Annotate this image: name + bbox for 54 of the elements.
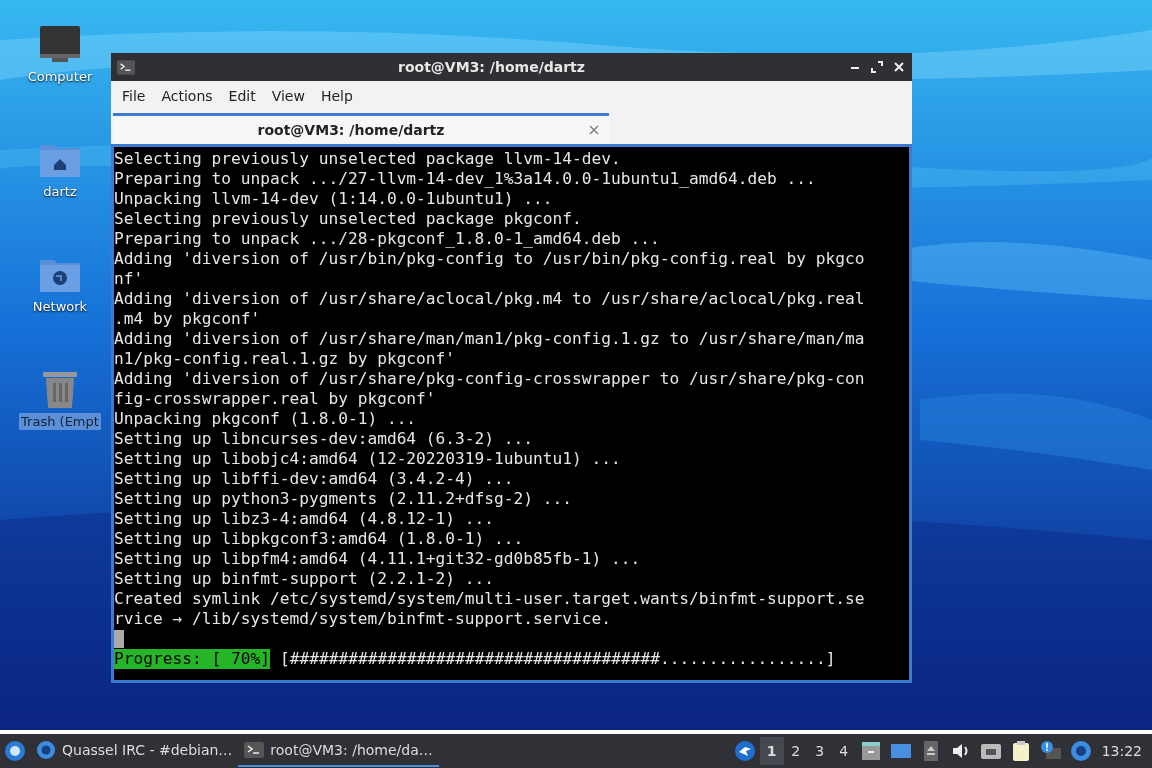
- terminal-line: rvice → /lib/systemd/system/binfmt-support.service.: [114, 609, 613, 629]
- menu-item[interactable]: Edit: [221, 84, 263, 108]
- app-menu-icon[interactable]: [4, 740, 26, 762]
- terminal-line: n1/pkg-config.real.1.gz by pkgconf': [114, 349, 457, 369]
- terminal-line: Adding 'diversion of /usr/bin/pkg-config to /usr/bin/pkg-config.real by pkgco: [114, 249, 866, 269]
- terminal-line: Selecting previously unselected package llvm-14-dev.: [114, 149, 622, 169]
- terminal-line: fig-crosswrapper.real by pkgconf': [114, 389, 437, 409]
- close-icon[interactable]: [892, 60, 906, 74]
- terminal-line: Setting up libpkgconf3:amd64 (1.8.0-1) ...: [114, 529, 525, 549]
- terminal-line: Setting up python3-pygments (2.11.2+dfsg-2) ...: [114, 489, 574, 509]
- desktop-icon-label[interactable]: Trash (Empt: [19, 413, 101, 430]
- terminal-line: Setting up libffi-dev:amd64 (3.4.2-4) ...: [114, 469, 515, 489]
- terminal-line: Preparing to unpack .../28-pkgconf_1.8.0-1_amd64.deb ...: [114, 229, 661, 249]
- terminal-line: .m4 by pkgconf': [114, 309, 262, 329]
- terminal-icon: [117, 59, 135, 75]
- menu-item[interactable]: Actions: [154, 84, 220, 108]
- terminal-line: Adding 'diversion of /usr/share/pkg-config-crosswrapper to /usr/share/pkg-con: [114, 369, 866, 389]
- clock[interactable]: 13:22: [1101, 743, 1142, 759]
- chat-app-icon: [36, 740, 56, 760]
- taskbar-button[interactable]: Quassel IRC - #debian…: [30, 735, 239, 767]
- workspace-button[interactable]: 1: [759, 737, 784, 765]
- window-title: root@VM3: /home/dartz: [397, 59, 586, 75]
- terminal-icon: [244, 740, 265, 760]
- workspace-button[interactable]: 4: [831, 737, 856, 765]
- menu-item[interactable]: Help: [313, 84, 360, 108]
- terminal-line: Adding 'diversion of /usr/share/man/man1/pkg-config.1.gz to /usr/share/man/ma: [114, 329, 866, 349]
- terminal-line: Selecting previously unselected package pkgconf.: [114, 209, 583, 229]
- terminal-line: Setting up libobjc4:amd64 (12-20220319-1ubuntu1) ...: [114, 449, 622, 469]
- progress-label: Progress: [ 70%]: [114, 649, 270, 669]
- menu-item[interactable]: File: [115, 84, 153, 108]
- taskbar-button[interactable]: root@VM3: /home/da…: [238, 735, 439, 767]
- tab[interactable]: root@VM3: /home/dartz: [113, 113, 609, 144]
- monitor-icon: [38, 24, 82, 64]
- notification-icon[interactable]: [1039, 740, 1062, 762]
- terminal-line: Setting up libz3-4:amd64 (4.8.12-1) ...: [114, 509, 496, 529]
- terminal-line: Adding 'diversion of /usr/share/aclocal/pkg.m4 to /usr/share/aclocal/pkg.real: [114, 289, 866, 309]
- file-cabinet-icon[interactable]: [859, 740, 882, 762]
- terminal-line: Setting up libpfm4:amd64 (4.11.1+git32-gd0b85fb-1) ...: [114, 549, 642, 569]
- chat-app-icon[interactable]: [1069, 740, 1092, 762]
- progress-bar-text: [######################################.................]: [279, 649, 836, 669]
- terminal-line: Setting up binfmt-support (2.2.1-2) ...: [114, 569, 496, 589]
- workspace-button[interactable]: 3: [807, 737, 832, 765]
- terminal-line: Setting up libncurses-dev:amd64 (6.3-2) ...: [114, 429, 535, 449]
- terminal-line: Unpacking pkgconf (1.8.0-1) ...: [114, 409, 418, 429]
- terminal-line: Unpacking llvm-14-dev (1:14.0.0-1ubuntu1) ...: [114, 189, 554, 209]
- terminal-line: Preparing to unpack .../27-llvm-14-dev_1%3a14.0.0-1ubuntu1_amd64.deb ...: [114, 169, 817, 189]
- text-cursor: [114, 630, 124, 648]
- bird-icon[interactable]: [733, 740, 756, 762]
- terminal-line: nf': [114, 269, 145, 289]
- desktop-icon-label[interactable]: Network: [30, 298, 90, 315]
- menu-item[interactable]: View: [264, 84, 312, 108]
- maximize-icon[interactable]: [870, 60, 884, 74]
- workspace-button[interactable]: 2: [783, 737, 808, 765]
- terminal-line: Created symlink /etc/systemd/system/multi-user.target.wants/binfmt-support.se: [114, 589, 866, 609]
